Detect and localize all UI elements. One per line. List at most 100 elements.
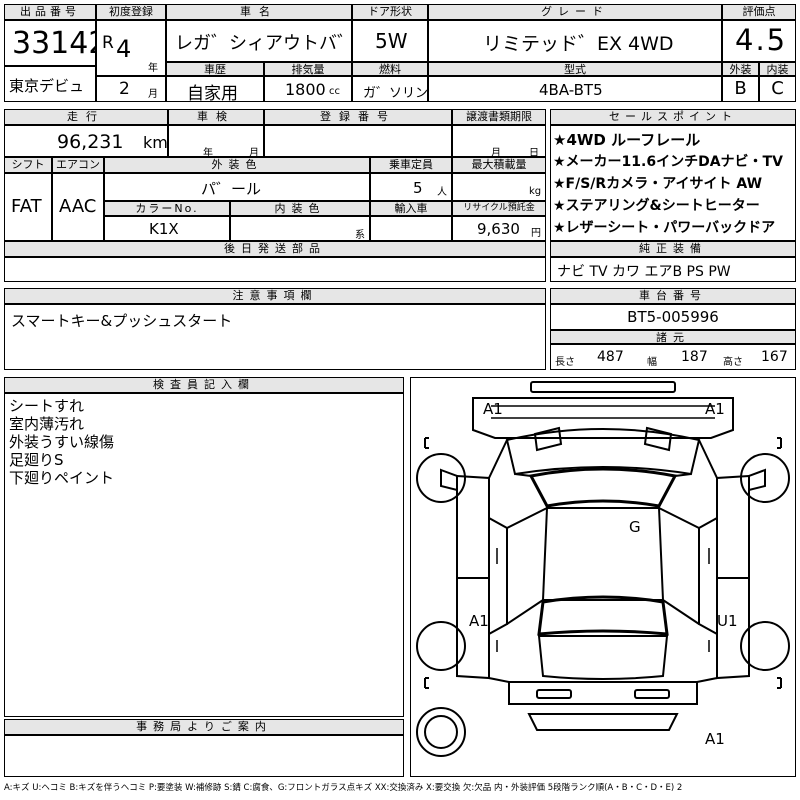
color-no-label: カラーNo. [104, 201, 230, 216]
month-value: 2 [119, 79, 130, 99]
color-no-cell: K1X [104, 216, 230, 241]
door-cell: 5W [352, 20, 428, 62]
damage-mark-roof: G [629, 518, 641, 536]
equipment-label: 純正装備 [550, 241, 796, 257]
interior-grade: C [771, 78, 784, 99]
exterior-color-cell: パ゛ール [104, 173, 370, 201]
dims-cell: 長さ 487 幅 187 高さ 167 [550, 344, 796, 370]
damage-mark-rear-right: U1 [717, 612, 738, 630]
score-value: 4.5 [735, 23, 788, 57]
import-cell [370, 216, 452, 241]
door-value: 5W [375, 29, 408, 53]
color-no-value: K1X [149, 220, 179, 238]
shift-label: シフト [4, 157, 52, 173]
equipment-cell: ナビ TV カワ エアB PS PW [550, 257, 796, 282]
ac-label: エアコン [52, 157, 104, 173]
width-value: 187 [681, 349, 708, 365]
inspector-line: 下廻りペイント [9, 469, 115, 487]
mileage-label: 走行 [4, 109, 168, 125]
model-cell: 4BA-BT5 [428, 76, 722, 102]
displacement-value: 1800 [285, 80, 326, 99]
notes-box: スマートキー&プッシュスタート [4, 304, 546, 370]
later-parts-label: 後日発送部品 [4, 241, 546, 257]
import-label: 輸入車 [370, 201, 452, 216]
interior-grade-label: 内装 [759, 62, 796, 76]
month-cell: 2 月 [96, 76, 166, 102]
score-label: 評価点 [722, 4, 796, 20]
year-unit: 年 [148, 63, 158, 74]
notes-label: 注意事項欄 [4, 288, 546, 304]
lot-number: 33142 [12, 26, 95, 61]
displacement-label: 排気量 [264, 62, 352, 76]
registration-cell [264, 125, 452, 157]
max-load-unit: kg [529, 186, 542, 197]
displacement-unit: cc [329, 86, 340, 97]
shift-cell: FAT [4, 173, 52, 241]
transfer-day-unit: 日 [529, 148, 539, 157]
sales-point-item: ★ステアリング&シートヒーター [553, 198, 760, 214]
recycle-value: 9,630 [477, 220, 520, 238]
mileage-unit: km [143, 133, 168, 152]
capacity-cell: 5 人 [370, 173, 452, 201]
damage-mark-front-left: A1 [483, 400, 503, 418]
exterior-grade-cell: B [722, 76, 759, 102]
fuel-cell: ガ゛ソリン [352, 76, 428, 102]
sales-point-item: ★F/S/Rカメラ・アイサイト AW [553, 176, 763, 192]
lot-number-label: 出品番号 [4, 4, 96, 20]
exterior-grade-label: 外装 [722, 62, 759, 76]
shift-value: FAT [11, 196, 42, 217]
month-unit: 月 [148, 89, 158, 100]
debut-cell: 東京デビュ [4, 66, 96, 102]
chassis-label: 車台番号 [550, 288, 796, 304]
max-load-cell: kg [452, 173, 546, 201]
inspection-cell: 年 月 [168, 125, 264, 157]
first-registration-label: 初度登録 [96, 4, 166, 20]
capacity-label: 乗車定員 [370, 157, 452, 173]
fuel-value: ガ゛ソリン [363, 86, 428, 101]
length-value: 487 [597, 349, 624, 365]
recycle-cell: 9,630 円 [452, 216, 546, 241]
inspection-year-unit: 年 [203, 148, 213, 157]
first-registration-cell: R 4 年 [96, 20, 166, 76]
height-value: 167 [761, 349, 788, 365]
transfer-cell: 月 日 [452, 125, 546, 157]
office-label: 事務局よりご案内 [4, 719, 404, 735]
width-label: 幅 [647, 357, 657, 368]
mileage-value: 96,231 [57, 131, 124, 153]
office-box [4, 735, 404, 777]
exterior-color-label: 外装色 [104, 157, 370, 173]
equipment-value: ナビ TV カワ エアB PS PW [557, 264, 731, 280]
damage-mark-rear-bumper: A1 [705, 730, 725, 748]
model-label: 型式 [428, 62, 722, 76]
car-name: レガ゛シィアウトバ゛ック [175, 33, 351, 54]
history-cell: 自家用 [166, 76, 264, 102]
history-label: 車歴 [166, 62, 264, 76]
exterior-grade: B [734, 78, 747, 99]
length-label: 長さ [555, 357, 575, 368]
grade-value: リミテッド゛EX 4WD [483, 33, 674, 55]
ac-value: AAC [59, 196, 97, 217]
inspection-label: 車検 [168, 109, 264, 125]
legend: A:キズ U:ヘコミ B:キズを伴うヘコミ P:要塗装 W:補修跡 S:錆 C:… [4, 783, 683, 793]
max-load-label: 最大積載量 [452, 157, 546, 173]
score-cell: 4.5 [722, 20, 796, 62]
inspection-month-unit: 月 [249, 148, 259, 157]
recycle-label: リサイクル預託金 [452, 201, 546, 216]
sales-point-item: ★メーカー11.6インチDAナビ・TV [553, 154, 783, 170]
era: R [102, 33, 114, 53]
lot-number-cell: 33142 [4, 20, 96, 66]
displacement-cell: 1800 cc [264, 76, 352, 102]
damage-diagram: A1 A1 G A1 U1 A1 [410, 377, 796, 777]
damage-mark-rear-left: A1 [469, 612, 489, 630]
capacity-unit: 人 [437, 187, 447, 198]
registration-label: 登録番号 [264, 109, 452, 125]
car-name-label: 車名 [166, 4, 352, 20]
interior-grade-cell: C [759, 76, 796, 102]
door-label: ドア形状 [352, 4, 428, 20]
recycle-unit: 円 [531, 228, 541, 239]
grade-cell: リミテッド゛EX 4WD [428, 20, 722, 62]
year-value: 4 [116, 35, 132, 63]
sales-points-label: セールスポイント [550, 109, 796, 125]
car-name-cell: レガ゛シィアウトバ゛ック [166, 20, 352, 62]
notes-value: スマートキー&プッシュスタート [11, 312, 233, 330]
